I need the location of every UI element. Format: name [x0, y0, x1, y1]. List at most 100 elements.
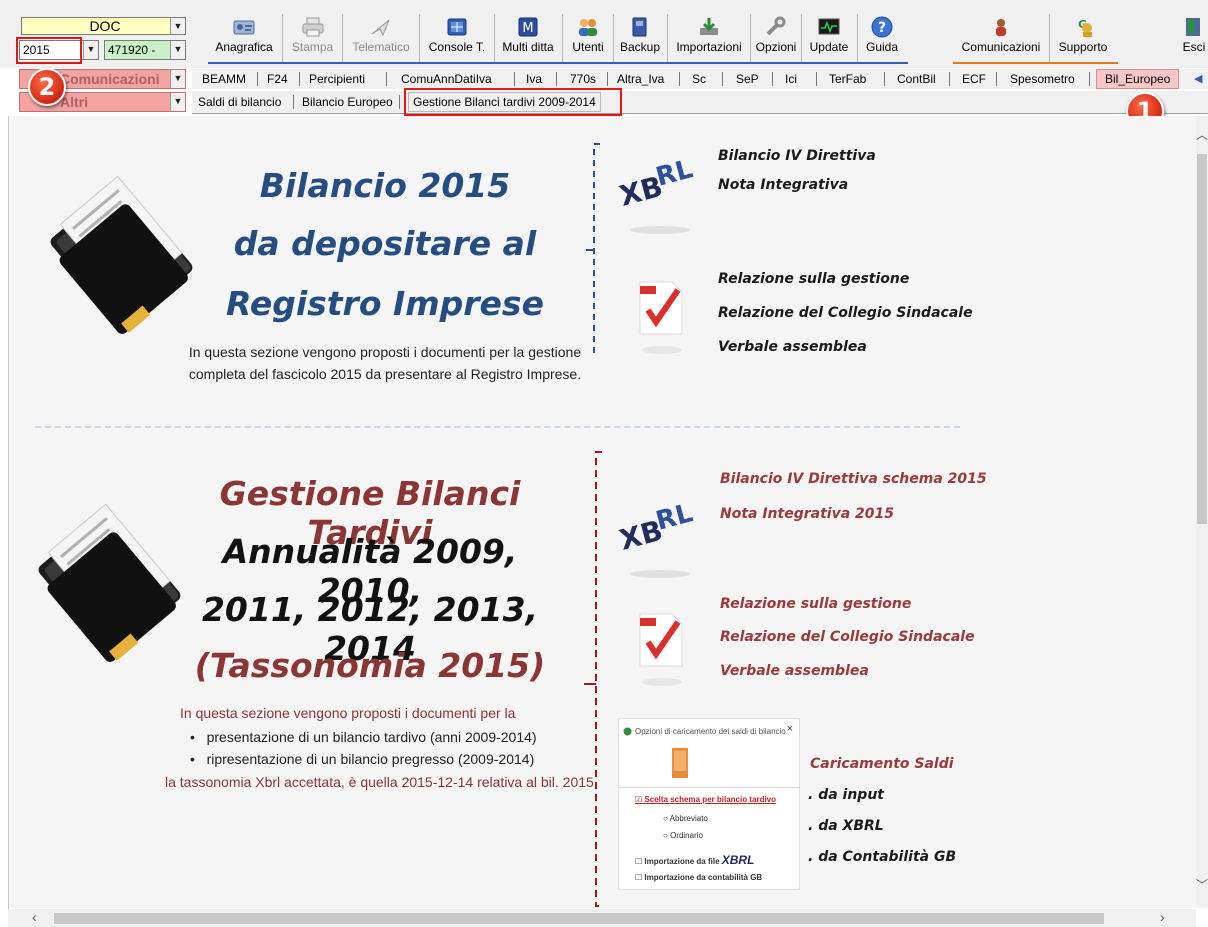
tab-comuanndatiiva[interactable]: ComuAnnDatiIva: [401, 70, 492, 88]
help-icon: ?: [871, 16, 893, 38]
horizontal-scrollbar[interactable]: ‹ ›: [8, 909, 1196, 927]
comunicazioni-label: Comunicazioni: [961, 40, 1041, 54]
update-label: Update: [809, 40, 849, 54]
section2-xbrl-doc-1: Bilancio IV Direttiva schema 2015: [720, 471, 987, 487]
id-card-icon: [233, 20, 255, 35]
import-icon: [700, 18, 718, 35]
section2-pdf-doc-1: Relazione sulla gestione: [720, 596, 912, 612]
tab-terfab[interactable]: TerFab: [829, 70, 866, 88]
tab-770s[interactable]: 770s: [570, 70, 596, 88]
dialog-radio-abbreviato[interactable]: ○ Abbreviato: [663, 814, 708, 823]
tab-ecf[interactable]: ECF: [962, 70, 986, 88]
scroll-down-icon[interactable]: ﹀: [1196, 876, 1208, 893]
subcategory-select-value: Altri: [60, 94, 88, 110]
tab-scroll-left-icon[interactable]: ◀: [1194, 70, 1202, 88]
tab-f24[interactable]: F24: [267, 70, 288, 88]
module-select[interactable]: DOC: [21, 17, 186, 35]
section1-pdf-doc-3: Verbale assemblea: [718, 339, 867, 355]
scroll-left-icon[interactable]: ‹: [32, 909, 37, 925]
highlight-year: [16, 37, 82, 64]
tab-sc[interactable]: Sc: [692, 70, 706, 88]
dialog-import-file-checkbox[interactable]: ☐ Importazione da file XBRL: [635, 853, 754, 867]
dialog-schema-option[interactable]: ☑ Scelta schema per bilancio tardivo: [635, 795, 776, 804]
section2-desc-outro: la tassonomia Xbrl accettata, è quella 2…: [165, 774, 594, 790]
opzioni-label: Opzioni: [755, 40, 797, 54]
section1-title-line2: da depositare al: [233, 224, 537, 263]
tab-contbil[interactable]: ContBil: [897, 70, 936, 88]
vertical-scrollbar[interactable]: ︿ ﹀: [1196, 116, 1208, 908]
dialog-import-cont-label: Importazione da contabilità GB: [644, 873, 763, 882]
tab-spesometro[interactable]: Spesometro: [1010, 70, 1075, 88]
anagrafica-button[interactable]: Anagrafica: [210, 14, 278, 60]
dialog-import-cont-checkbox[interactable]: ☐ Importazione da contabilità GB: [635, 873, 762, 882]
tab-bil-europeo[interactable]: Bil_Europeo: [1096, 69, 1180, 89]
chevron-down-icon[interactable]: ▼: [83, 41, 98, 59]
console-button[interactable]: Console T.: [422, 14, 492, 60]
backup-button[interactable]: Backup: [615, 14, 665, 60]
section1-pdf-doc-1: Relazione sulla gestione: [718, 271, 910, 287]
dialog-import-file-label: Importazione da file: [644, 857, 720, 866]
tab-iva[interactable]: Iva: [526, 70, 542, 88]
exit-icon: [1186, 18, 1200, 36]
toolbar: DOC ▼ 2015 ▼ 471920 - ▼ Anagrafica Stamp…: [0, 0, 1208, 68]
anagrafica-label: Anagrafica: [215, 40, 273, 54]
close-icon[interactable]: ×: [787, 723, 793, 735]
section2-desc-intro: In questa sezione vengono proposti i doc…: [180, 705, 516, 721]
vertical-scroll-thumb[interactable]: [1197, 154, 1207, 524]
section2-desc-bullet1: • presentazione di un bilancio tardivo (…: [190, 729, 537, 745]
scroll-up-icon[interactable]: ︿: [1196, 126, 1208, 143]
svg-text:M: M: [522, 21, 533, 36]
xbrl-logo-icon: XB RL: [618, 498, 696, 578]
comunicazioni-button[interactable]: Comunicazioni: [955, 14, 1047, 60]
dialog-title: Opzioni di caricamento dei saldi di bila…: [635, 727, 786, 736]
saldi-item-contabilita: . da Contabilità GB: [808, 849, 957, 865]
telematico-button[interactable]: Telematico: [345, 14, 417, 60]
scroll-right-icon[interactable]: ›: [1160, 909, 1165, 925]
stampa-button[interactable]: Stampa: [285, 14, 340, 60]
supporto-button[interactable]: G Supporto: [1051, 14, 1115, 60]
tab-altra-iva[interactable]: Altra_Iva: [617, 70, 664, 88]
dialog-radio-ordinario[interactable]: ○ Ordinario: [663, 831, 703, 840]
backup-label: Backup: [619, 40, 661, 54]
console-icon: [447, 18, 467, 36]
dialog-xbrl-logo: XBRL: [721, 853, 755, 867]
tab-beamm[interactable]: BEAMM: [202, 70, 246, 88]
guida-button[interactable]: ? Guida: [859, 14, 905, 60]
section2-pdf-doc-2: Relazione del Collegio Sindacale: [720, 629, 975, 645]
chevron-down-icon[interactable]: ▼: [170, 93, 185, 111]
section1-pdf-doc-2: Relazione del Collegio Sindacale: [718, 305, 973, 321]
multi-ditta-button[interactable]: M Multi ditta: [496, 14, 560, 60]
section1-bracket: [586, 143, 600, 353]
chevron-down-icon[interactable]: ▼: [170, 18, 185, 34]
utenti-button[interactable]: Utenti: [564, 14, 612, 60]
section2-xbrl-doc-2: Nota Integrativa 2015: [720, 506, 894, 522]
subtab-bilancio-europeo[interactable]: Bilancio Europeo: [302, 93, 393, 111]
section2-title-line4: (Tassonomia 2015): [194, 646, 546, 685]
company-select-value: 471920 -: [108, 43, 156, 57]
multi-company-icon: M: [518, 17, 538, 37]
esci-label: Esci: [1182, 40, 1206, 54]
tab-sep[interactable]: SeP: [736, 70, 759, 88]
esci-button[interactable]: Esci: [1180, 14, 1208, 60]
importazioni-button[interactable]: Importazioni: [669, 14, 749, 60]
section2-desc-bullet1-text: presentazione di un bilancio tardivo (an…: [206, 729, 537, 745]
opzioni-button[interactable]: Opzioni: [752, 14, 800, 60]
stampa-label: Stampa: [291, 40, 334, 54]
section-divider: [35, 426, 960, 428]
dialog-option1-label: Abbreviato: [669, 814, 708, 823]
importazioni-label: Importazioni: [676, 40, 742, 54]
update-button[interactable]: Update: [803, 14, 855, 60]
module-select-value: DOC: [89, 18, 121, 34]
update-icon: [818, 18, 840, 35]
svg-text:RL: RL: [653, 154, 696, 192]
tab-percipienti[interactable]: Percipienti: [309, 70, 365, 88]
communications-icon: [996, 19, 1006, 36]
chevron-down-icon[interactable]: ▼: [170, 70, 185, 88]
subtab-saldi-di-bilancio[interactable]: Saldi di bilancio: [198, 93, 281, 111]
tab-ici[interactable]: Ici: [785, 70, 797, 88]
section2-pdf-doc-3: Verbale assemblea: [720, 663, 869, 679]
dialog-option2-label: Ordinario: [670, 831, 703, 840]
dialog-app-icon: [623, 727, 632, 736]
chevron-down-icon[interactable]: ▼: [170, 41, 185, 59]
horizontal-scroll-thumb[interactable]: [54, 913, 1104, 924]
